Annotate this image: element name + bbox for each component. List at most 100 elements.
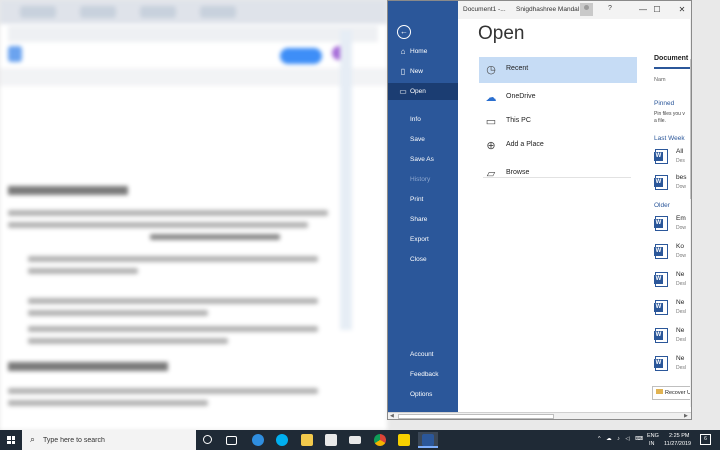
start-button[interactable] <box>0 430 22 450</box>
home-icon: ⌂ <box>400 47 406 56</box>
pinned-hint: Pin files you v <box>654 111 685 117</box>
nav-label: Account <box>410 351 434 358</box>
scroll-right-icon[interactable]: ▶ <box>684 413 688 419</box>
nav-home[interactable]: ⌂ Home <box>388 43 458 60</box>
maximize-button[interactable]: ☐ <box>646 2 668 17</box>
clock-date[interactable]: 11/27/2019 <box>664 441 691 447</box>
nav-label: New <box>410 68 424 75</box>
location-add-place[interactable]: ⊕ Add a Place <box>479 133 637 159</box>
horizontal-scrollbar[interactable]: ◀ ▶ <box>388 412 691 419</box>
nav-print[interactable]: Print <box>388 191 458 208</box>
open-pane: Open ◷ Recent ☁ OneDrive ▭ This PC ⊕ Add… <box>458 19 691 413</box>
file-explorer-icon[interactable] <box>297 432 317 448</box>
file-name: Ne <box>676 271 685 278</box>
file-path: Desl <box>676 309 687 315</box>
nav-share[interactable]: Share <box>388 211 458 228</box>
nav-label: Info <box>410 116 421 123</box>
nav-info[interactable]: Info <box>388 111 458 128</box>
language-region[interactable]: IN <box>649 441 655 447</box>
title-bar: Document1 -... Snigdhashree Mandal ? — ☐… <box>458 1 691 19</box>
file-path: Des <box>676 158 685 164</box>
user-name[interactable]: Snigdhashree Mandal <box>516 6 579 13</box>
scrollbar-thumb[interactable] <box>398 414 554 419</box>
file-name: Ne <box>676 355 685 362</box>
back-arrow-icon[interactable]: ← <box>397 25 411 39</box>
file-name: bes <box>676 174 687 181</box>
nav-label: History <box>410 176 431 183</box>
mail-icon[interactable] <box>345 432 365 448</box>
edge-icon[interactable] <box>248 432 268 448</box>
list-item[interactable]: Ne Desl <box>654 325 691 347</box>
new-document-icon: ▯ <box>400 67 406 76</box>
file-path: Dow <box>676 253 687 259</box>
close-button[interactable]: ✕ <box>671 2 691 17</box>
file-name: Ne <box>676 299 685 306</box>
list-item[interactable]: Ne Desl <box>654 269 691 291</box>
nav-feedback[interactable]: Feedback <box>388 366 458 383</box>
cortana-button[interactable] <box>198 432 218 448</box>
word-file-icon <box>654 216 668 231</box>
column-header-name[interactable]: Nam <box>654 77 666 83</box>
notification-center-icon[interactable]: 6 <box>700 434 711 445</box>
file-path: Dow <box>676 184 687 190</box>
file-name: Em <box>676 215 686 222</box>
background-tab-strip <box>0 0 387 24</box>
nav-label: Home <box>410 48 428 55</box>
word-file-icon <box>654 272 668 287</box>
file-name: Ne <box>676 327 685 334</box>
location-browse[interactable]: ▱ Browse <box>479 161 637 187</box>
list-item[interactable]: Ko Dow <box>654 241 691 263</box>
word-file-icon <box>654 149 668 164</box>
system-tray-icons[interactable]: ^ ☁ ♪ ◁ ⌨ <box>598 436 645 442</box>
search-icon: ⌕ <box>30 434 36 444</box>
nav-open[interactable]: ▭ Open <box>388 83 458 100</box>
cloud-icon: ☁ <box>485 92 497 104</box>
location-onedrive[interactable]: ☁ OneDrive <box>479 85 637 111</box>
language-indicator[interactable]: ENG <box>647 433 659 439</box>
scrollbar-thumb[interactable] <box>690 59 691 199</box>
scroll-left-icon[interactable]: ◀ <box>390 413 394 419</box>
folder-icon: ▱ <box>486 168 496 180</box>
page-title: Open <box>478 23 525 44</box>
backstage-nav-rail: ← ⌂ Home ▯ New ▭ Open Info Save Save As … <box>388 1 458 413</box>
nav-export[interactable]: Export <box>388 231 458 248</box>
nav-new[interactable]: ▯ New <box>388 63 458 80</box>
tab-documents[interactable]: Document <box>654 55 688 62</box>
nav-save-as[interactable]: Save As <box>388 151 458 168</box>
sticky-notes-icon[interactable] <box>394 432 414 448</box>
nav-label: Save As <box>410 156 434 163</box>
pinned-hint: a file. <box>654 118 666 124</box>
avatar[interactable] <box>580 3 593 16</box>
nav-label: Print <box>410 196 424 203</box>
skype-icon[interactable] <box>272 432 292 448</box>
nav-history: History <box>388 171 458 188</box>
list-item[interactable]: Ne Desl <box>654 353 691 375</box>
background-browser-window <box>0 0 387 430</box>
nav-label: Feedback <box>410 371 439 378</box>
recover-unsaved-button[interactable]: Recover U <box>652 386 691 400</box>
location-label: OneDrive <box>506 93 536 100</box>
location-recent[interactable]: ◷ Recent <box>479 57 637 83</box>
search-input[interactable] <box>43 433 183 447</box>
task-view-button[interactable] <box>221 432 241 448</box>
nav-label: Save <box>410 136 425 143</box>
taskbar-search[interactable]: ⌕ <box>22 430 196 450</box>
word-window: ← ⌂ Home ▯ New ▭ Open Info Save Save As … <box>387 0 692 420</box>
list-item[interactable]: Em Dow <box>654 213 691 235</box>
chrome-icon[interactable] <box>370 432 390 448</box>
word-file-icon <box>654 244 668 259</box>
nav-account[interactable]: Account <box>388 346 458 363</box>
list-item[interactable]: bes Dow <box>654 172 691 194</box>
word-taskbar-icon[interactable] <box>418 432 438 448</box>
list-item[interactable]: All Des <box>654 146 691 168</box>
store-icon[interactable] <box>321 432 341 448</box>
nav-options[interactable]: Options <box>388 386 458 403</box>
nav-close[interactable]: Close <box>388 251 458 268</box>
location-this-pc[interactable]: ▭ This PC <box>479 109 637 135</box>
list-item[interactable]: Ne Desl <box>654 297 691 319</box>
folder-icon <box>656 389 663 394</box>
clock-time[interactable]: 2:25 PM <box>669 433 689 439</box>
vertical-scrollbar[interactable] <box>690 19 691 407</box>
nav-save[interactable]: Save <box>388 131 458 148</box>
help-button[interactable]: ? <box>608 5 612 12</box>
